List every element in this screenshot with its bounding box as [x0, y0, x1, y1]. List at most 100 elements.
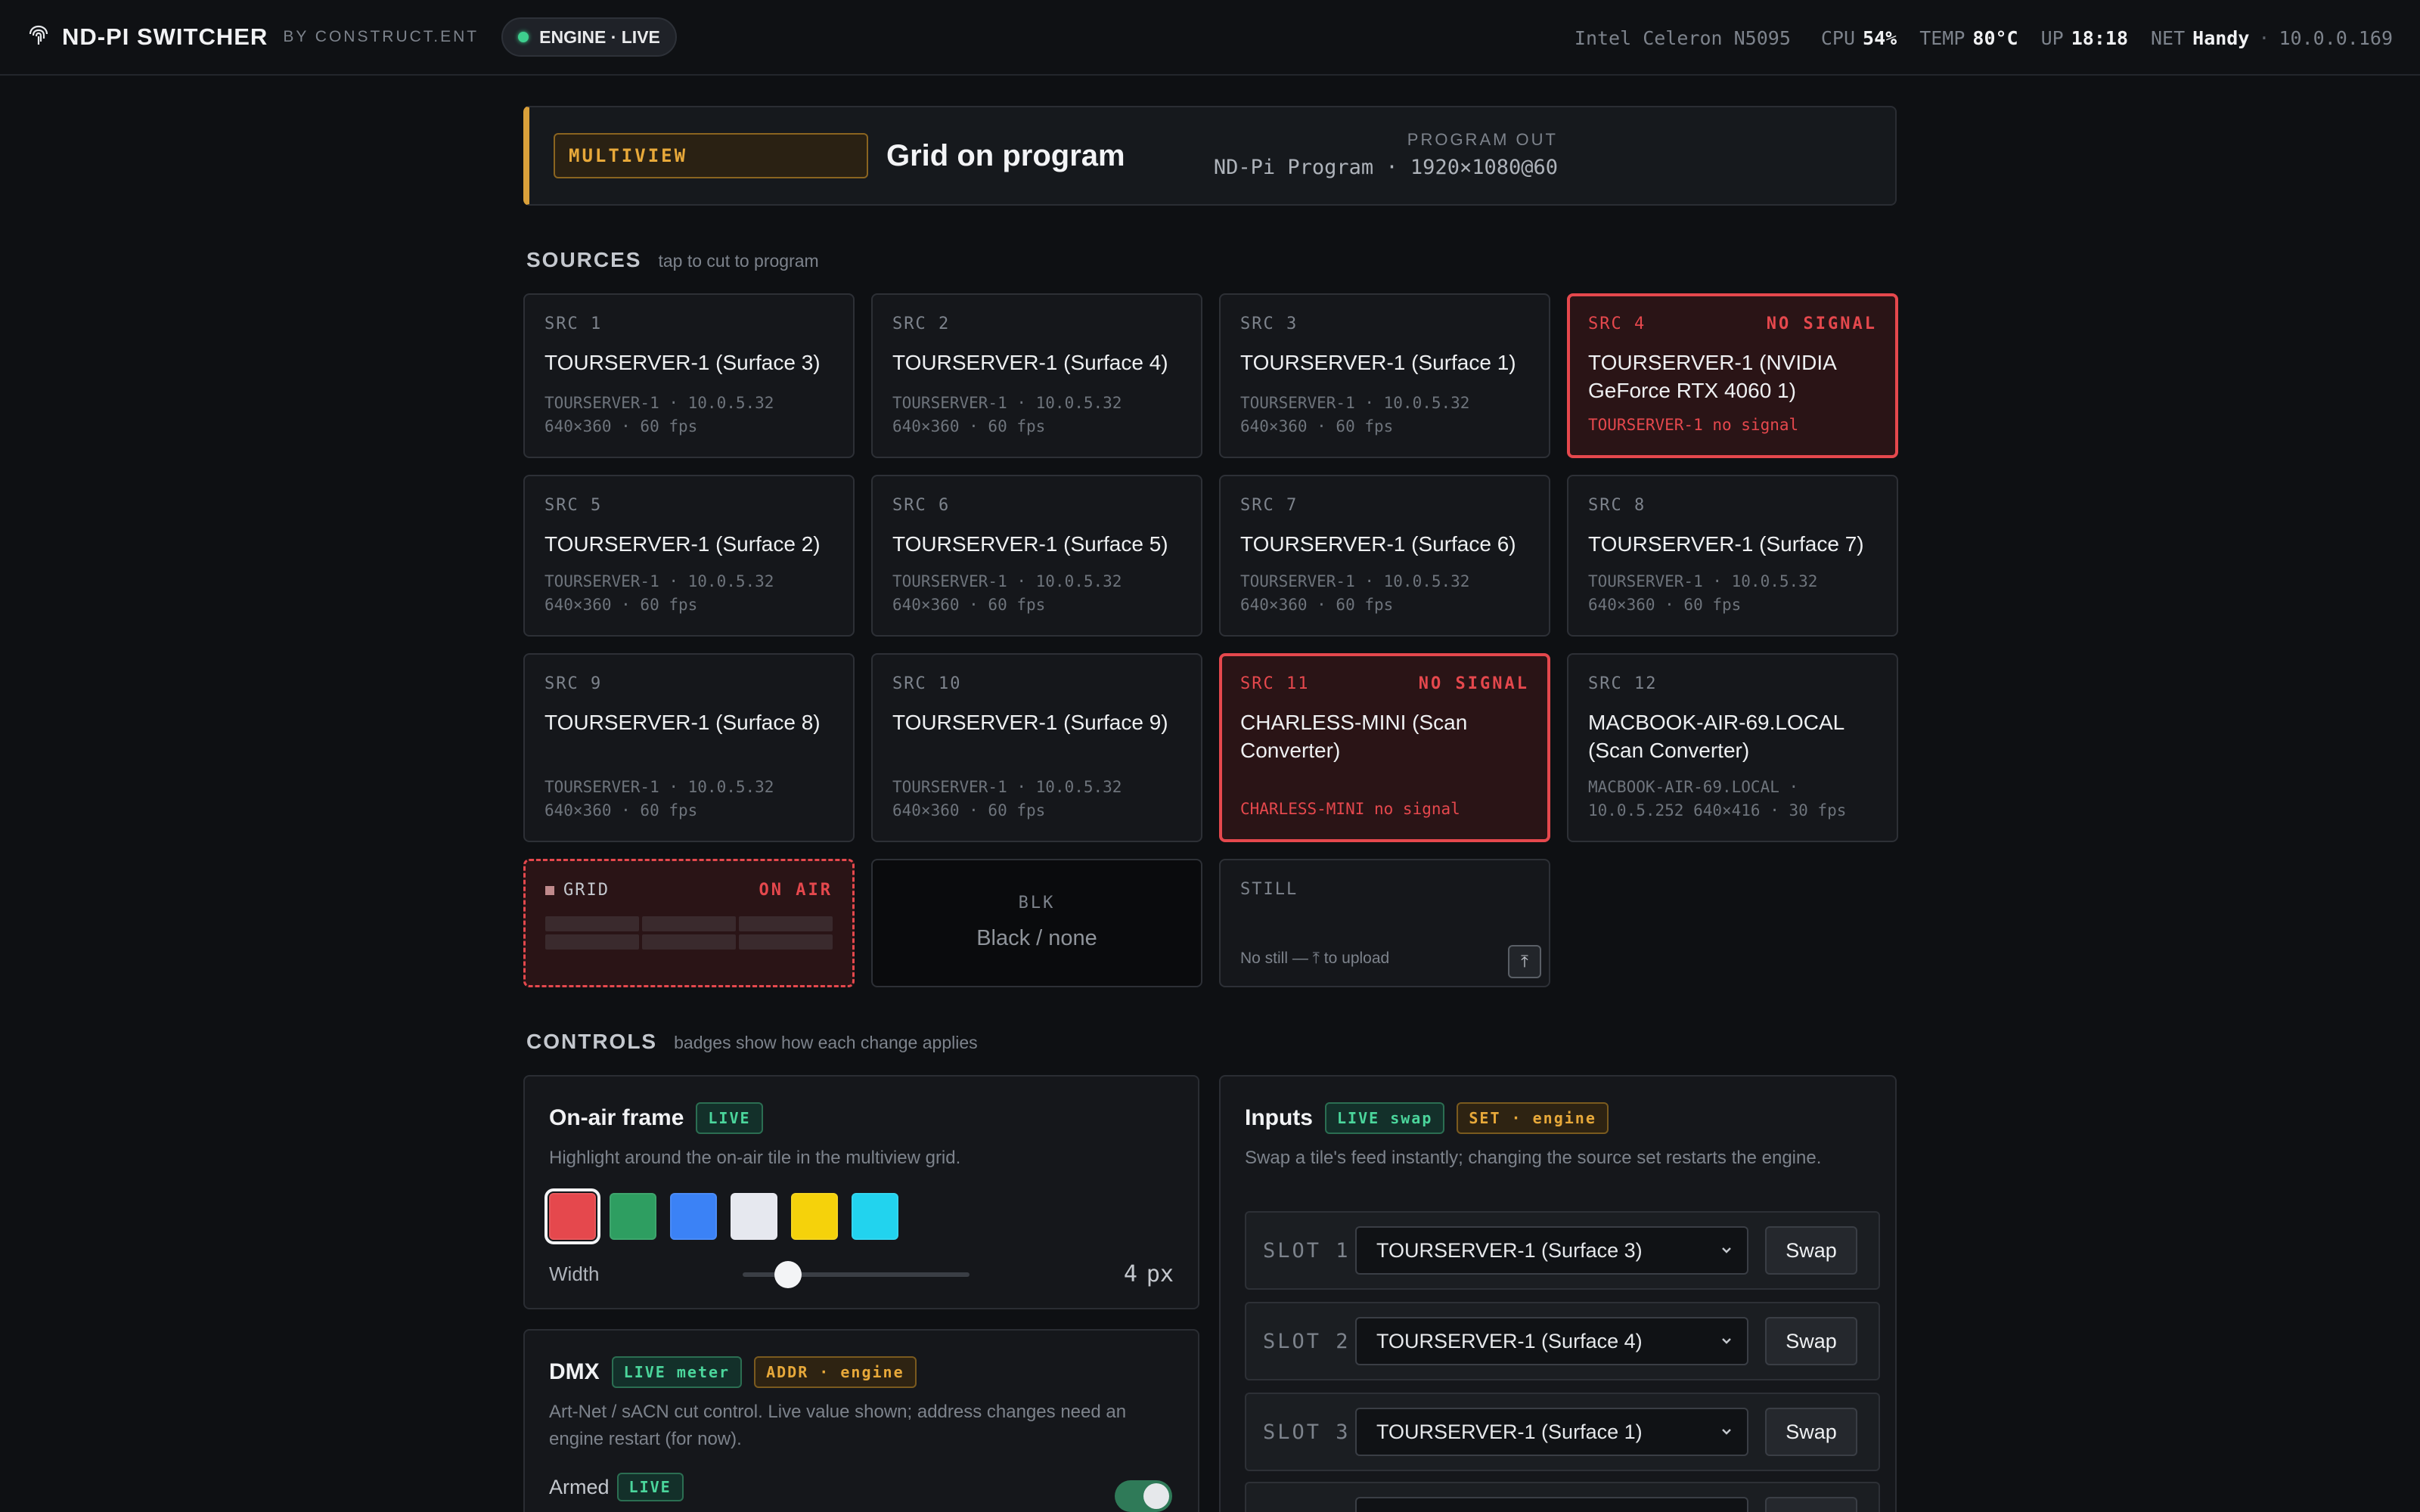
sources-hint: tap to cut to program — [658, 251, 819, 271]
source-id: SRC 12 — [1588, 674, 1658, 693]
source-id: SRC 7 — [1240, 496, 1298, 515]
source-meta-line: 640×360 · 60 fps — [544, 596, 698, 614]
source-tile[interactable]: SRC 8 TOURSERVER-1 (Surface 7) TOURSERVER-… — [1567, 475, 1898, 637]
frame-color-swatches — [544, 1188, 1174, 1244]
source-tile[interactable]: SRC 2 TOURSERVER-1 (Surface 4) TOURSERVER-… — [871, 293, 1202, 458]
cpu-model: Intel Celeron N5095 — [1574, 26, 1791, 49]
armed-toggle-knob — [1143, 1483, 1169, 1509]
onair-frame-title: On-air frame — [549, 1105, 684, 1130]
source-tile[interactable]: SRC 10 TOURSERVER-1 (Surface 9) TOURSERVER… — [871, 653, 1202, 842]
slot-select-value: TOURSERVER-1 (Surface 4) — [1376, 1329, 1643, 1352]
on-air-badge: ON AIR — [759, 881, 833, 900]
color-swatch[interactable] — [791, 1193, 838, 1240]
source-id: SRC 8 — [1588, 496, 1646, 515]
slot-label: SLOT 2 — [1263, 1329, 1351, 1353]
swap-button[interactable]: Swap — [1765, 1226, 1857, 1275]
sources-header: SOURCES tap to cut to program — [526, 248, 819, 272]
slot-select[interactable]: TOURSERVER-1 (Surface 4) — [1355, 1317, 1748, 1365]
system-info: Intel Celeron N5095 CPU 54% TEMP 80°C UP 18… — [1575, 0, 2393, 76]
onair-frame-panel: On-air frame LIVE Highlight around the o… — [523, 1075, 1199, 1309]
source-meta-line: 640×360 · 60 fps — [892, 596, 1046, 614]
width-slider[interactable] — [743, 1260, 970, 1288]
program-banner: MULTIVIEW Grid on program PROGRAM OUT ND… — [523, 106, 1897, 206]
grid-cell — [739, 916, 833, 931]
source-id: SRC 11 — [1240, 674, 1310, 693]
slot-select[interactable]: TOURSERVER-1 (Surface 1) — [1355, 1408, 1748, 1456]
source-meta-line: MACBOOK-AIR-69.LOCAL · — [1588, 778, 1799, 796]
slot-select[interactable]: TOURSERVER-1 (Surface 3) — [1355, 1226, 1748, 1275]
source-tile[interactable]: SRC 6 TOURSERVER-1 (Surface 5) TOURSERVER-… — [871, 475, 1202, 637]
source-meta-line: 640×360 · 60 fps — [1240, 596, 1394, 614]
net-separator: · — [2258, 26, 2270, 49]
source-id: SRC 5 — [544, 496, 603, 515]
source-id: SRC 3 — [1240, 314, 1298, 333]
slot-row: SLOT 2 TOURSERVER-1 (Surface 4) Swap — [1245, 1302, 1880, 1380]
source-name: MACBOOK-AIR-69.LOCAL (Scan Converter) — [1588, 711, 1844, 762]
controls-title: CONTROLS — [526, 1030, 658, 1053]
source-name: TOURSERVER-1 (Surface 1) — [1240, 351, 1516, 374]
grid-cell — [545, 916, 639, 931]
source-meta-line: TOURSERVER-1 · 10.0.5.32 — [892, 394, 1122, 412]
fingerprint-logo-icon — [27, 24, 50, 50]
engine-status-pill[interactable]: ENGINE · LIVE — [501, 17, 677, 57]
source-id: SRC 10 — [892, 674, 962, 693]
mode-indicator[interactable]: MULTIVIEW — [554, 133, 868, 178]
controls-header: CONTROLS badges show how each change app… — [526, 1030, 978, 1054]
source-tile[interactable]: SRC 4 NO SIGNAL TOURSERVER-1 (NVIDIA GeFor… — [1567, 293, 1898, 458]
upload-icon[interactable]: ⤒ — [1508, 945, 1541, 978]
source-meta-line: 640×360 · 60 fps — [892, 801, 1046, 820]
source-name: TOURSERVER-1 (Surface 4) — [892, 351, 1168, 374]
source-tile[interactable]: SRC 1 TOURSERVER-1 (Surface 3) TOURSERVER-… — [523, 293, 855, 458]
source-tile[interactable]: SRC 12 MACBOOK-AIR-69.LOCAL (Scan Convert… — [1567, 653, 1898, 842]
source-meta: TOURSERVER-1 · 10.0.5.32 640×360 · 60 fps — [544, 392, 838, 438]
source-tile[interactable]: SRC 7 TOURSERVER-1 (Surface 6) TOURSERVER-… — [1219, 475, 1550, 637]
width-value: 4 — [1123, 1261, 1137, 1287]
armed-toggle[interactable] — [1115, 1480, 1172, 1512]
source-tile[interactable]: SRC 5 TOURSERVER-1 (Surface 2) TOURSERVER-… — [523, 475, 855, 637]
source-meta: TOURSERVER-1 · 10.0.5.32 640×360 · 60 fps — [1588, 570, 1882, 617]
source-meta-line: CHARLESS-MINI no signal — [1240, 800, 1460, 818]
cpu-value: 54% — [1863, 26, 1897, 49]
color-swatch[interactable] — [610, 1193, 656, 1240]
uptime-label: UP — [2040, 26, 2064, 49]
color-swatch[interactable] — [852, 1193, 898, 1240]
slot-row — [1245, 1482, 1880, 1512]
source-name: TOURSERVER-1 (Surface 8) — [544, 711, 821, 734]
swap-button[interactable] — [1765, 1497, 1857, 1512]
engine-status-dot-icon — [518, 32, 529, 42]
color-swatch[interactable] — [731, 1193, 777, 1240]
program-out: PROGRAM OUT ND-Pi Program · 1920×1080@60 — [1210, 130, 1558, 179]
color-swatch[interactable] — [670, 1193, 717, 1240]
source-meta: TOURSERVER-1 · 10.0.5.32 640×360 · 60 fps — [1240, 570, 1534, 617]
no-signal-badge: NO SIGNAL — [1418, 674, 1529, 693]
source-name: TOURSERVER-1 (NVIDIA GeForce RTX 4060 1) — [1588, 351, 1836, 402]
slot-select[interactable] — [1355, 1497, 1748, 1512]
source-meta: TOURSERVER-1 no signal — [1588, 414, 1880, 437]
app-byline: BY CONSTRUCT.ENT — [283, 28, 479, 45]
source-tile[interactable]: SRC 11 NO SIGNAL CHARLESS-MINI (Scan Conve… — [1219, 653, 1550, 842]
source-tile[interactable]: SRC 9 TOURSERVER-1 (Surface 8) TOURSERVER-… — [523, 653, 855, 842]
source-id: SRC 1 — [544, 314, 603, 333]
source-tile[interactable]: SRC 3 TOURSERVER-1 (Surface 1) TOURSERVER-… — [1219, 293, 1550, 458]
color-swatch[interactable] — [544, 1188, 600, 1244]
source-meta-line: TOURSERVER-1 · 10.0.5.32 — [544, 572, 774, 590]
swap-button[interactable]: Swap — [1765, 1317, 1857, 1365]
source-meta-line: TOURSERVER-1 no signal — [1588, 416, 1799, 434]
source-meta: TOURSERVER-1 · 10.0.5.32 640×360 · 60 fps — [544, 776, 838, 823]
still-hint: No still — ⤒ to upload — [1240, 950, 1390, 967]
source-meta-line: 640×360 · 60 fps — [544, 801, 698, 820]
source-meta-line: TOURSERVER-1 · 10.0.5.32 — [544, 778, 774, 796]
still-tile[interactable]: STILL No still — ⤒ to upload ⤒ — [1219, 859, 1550, 987]
inputs-title: Inputs — [1245, 1105, 1313, 1130]
uptime-value: 18:18 — [2071, 26, 2128, 49]
grid-tile[interactable]: GRID ON AIR — [523, 859, 855, 987]
swap-button[interactable]: Swap — [1765, 1408, 1857, 1456]
source-meta-line: 10.0.5.252 640×416 · 30 fps — [1588, 801, 1847, 820]
grid-square-icon — [545, 886, 554, 895]
inputs-desc: Swap a tile's feed instantly; changing t… — [1245, 1148, 1822, 1168]
program-title: Grid on program — [886, 138, 1125, 172]
dmx-live-badge: LIVE meter — [611, 1356, 743, 1388]
width-slider-thumb[interactable] — [774, 1260, 802, 1288]
black-tile[interactable]: BLK Black / none — [871, 859, 1202, 987]
blk-name: Black / none — [976, 926, 1097, 950]
